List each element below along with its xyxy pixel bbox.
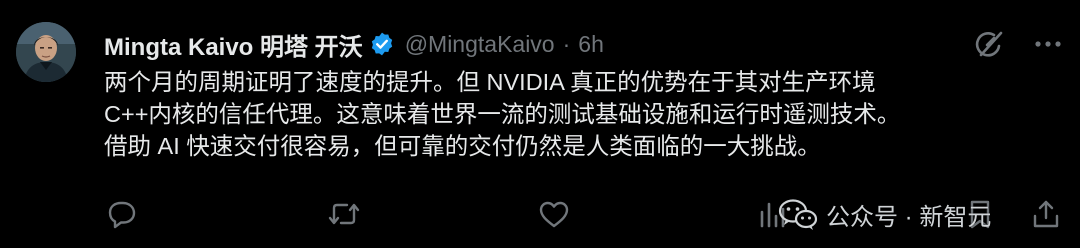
wechat-logo-icon bbox=[778, 197, 818, 231]
avatar[interactable] bbox=[16, 22, 76, 82]
separator-dot: · bbox=[562, 30, 571, 57]
tweet-text-line: 两个月的周期证明了速度的提升。但 NVIDIA 真正的优势在于其对生产环境 bbox=[104, 69, 876, 95]
share-icon[interactable] bbox=[1028, 196, 1064, 232]
display-name[interactable]: Mingta Kaivo 明塔 开沃 bbox=[104, 27, 363, 62]
tweet: Mingta Kaivo 明塔 开沃 @MingtaKaivo · 6h 两个月… bbox=[0, 0, 1080, 248]
tweet-text-line: 借助 AI 快速交付很容易，但可靠的交付仍然是人类面临的一大挑战。 bbox=[104, 133, 821, 159]
timestamp[interactable]: 6h bbox=[578, 31, 604, 58]
like-icon[interactable] bbox=[536, 196, 572, 232]
handle[interactable]: @MingtaKaivo bbox=[405, 31, 555, 58]
avatar-image bbox=[16, 22, 76, 82]
watermark-text: 公众号 · 新智元 bbox=[826, 203, 992, 231]
grok-icon[interactable] bbox=[972, 26, 1008, 62]
reply-icon[interactable] bbox=[104, 196, 140, 232]
tweet-text: 两个月的周期证明了速度的提升。但 NVIDIA 真正的优势在于其对生产环境 C+… bbox=[104, 66, 1064, 162]
tweet-text-line: C++内核的信任代理。这意味着世界一流的测试基础设施和运行时遥测技术。 bbox=[104, 101, 901, 127]
tweet-header: Mingta Kaivo 明塔 开沃 @MingtaKaivo · 6h bbox=[104, 24, 604, 64]
watermark: 公众号 · 新智元 bbox=[778, 194, 991, 234]
retweet-icon[interactable] bbox=[326, 196, 362, 232]
verified-badge-icon[interactable] bbox=[369, 31, 395, 57]
more-icon[interactable] bbox=[1030, 28, 1066, 60]
